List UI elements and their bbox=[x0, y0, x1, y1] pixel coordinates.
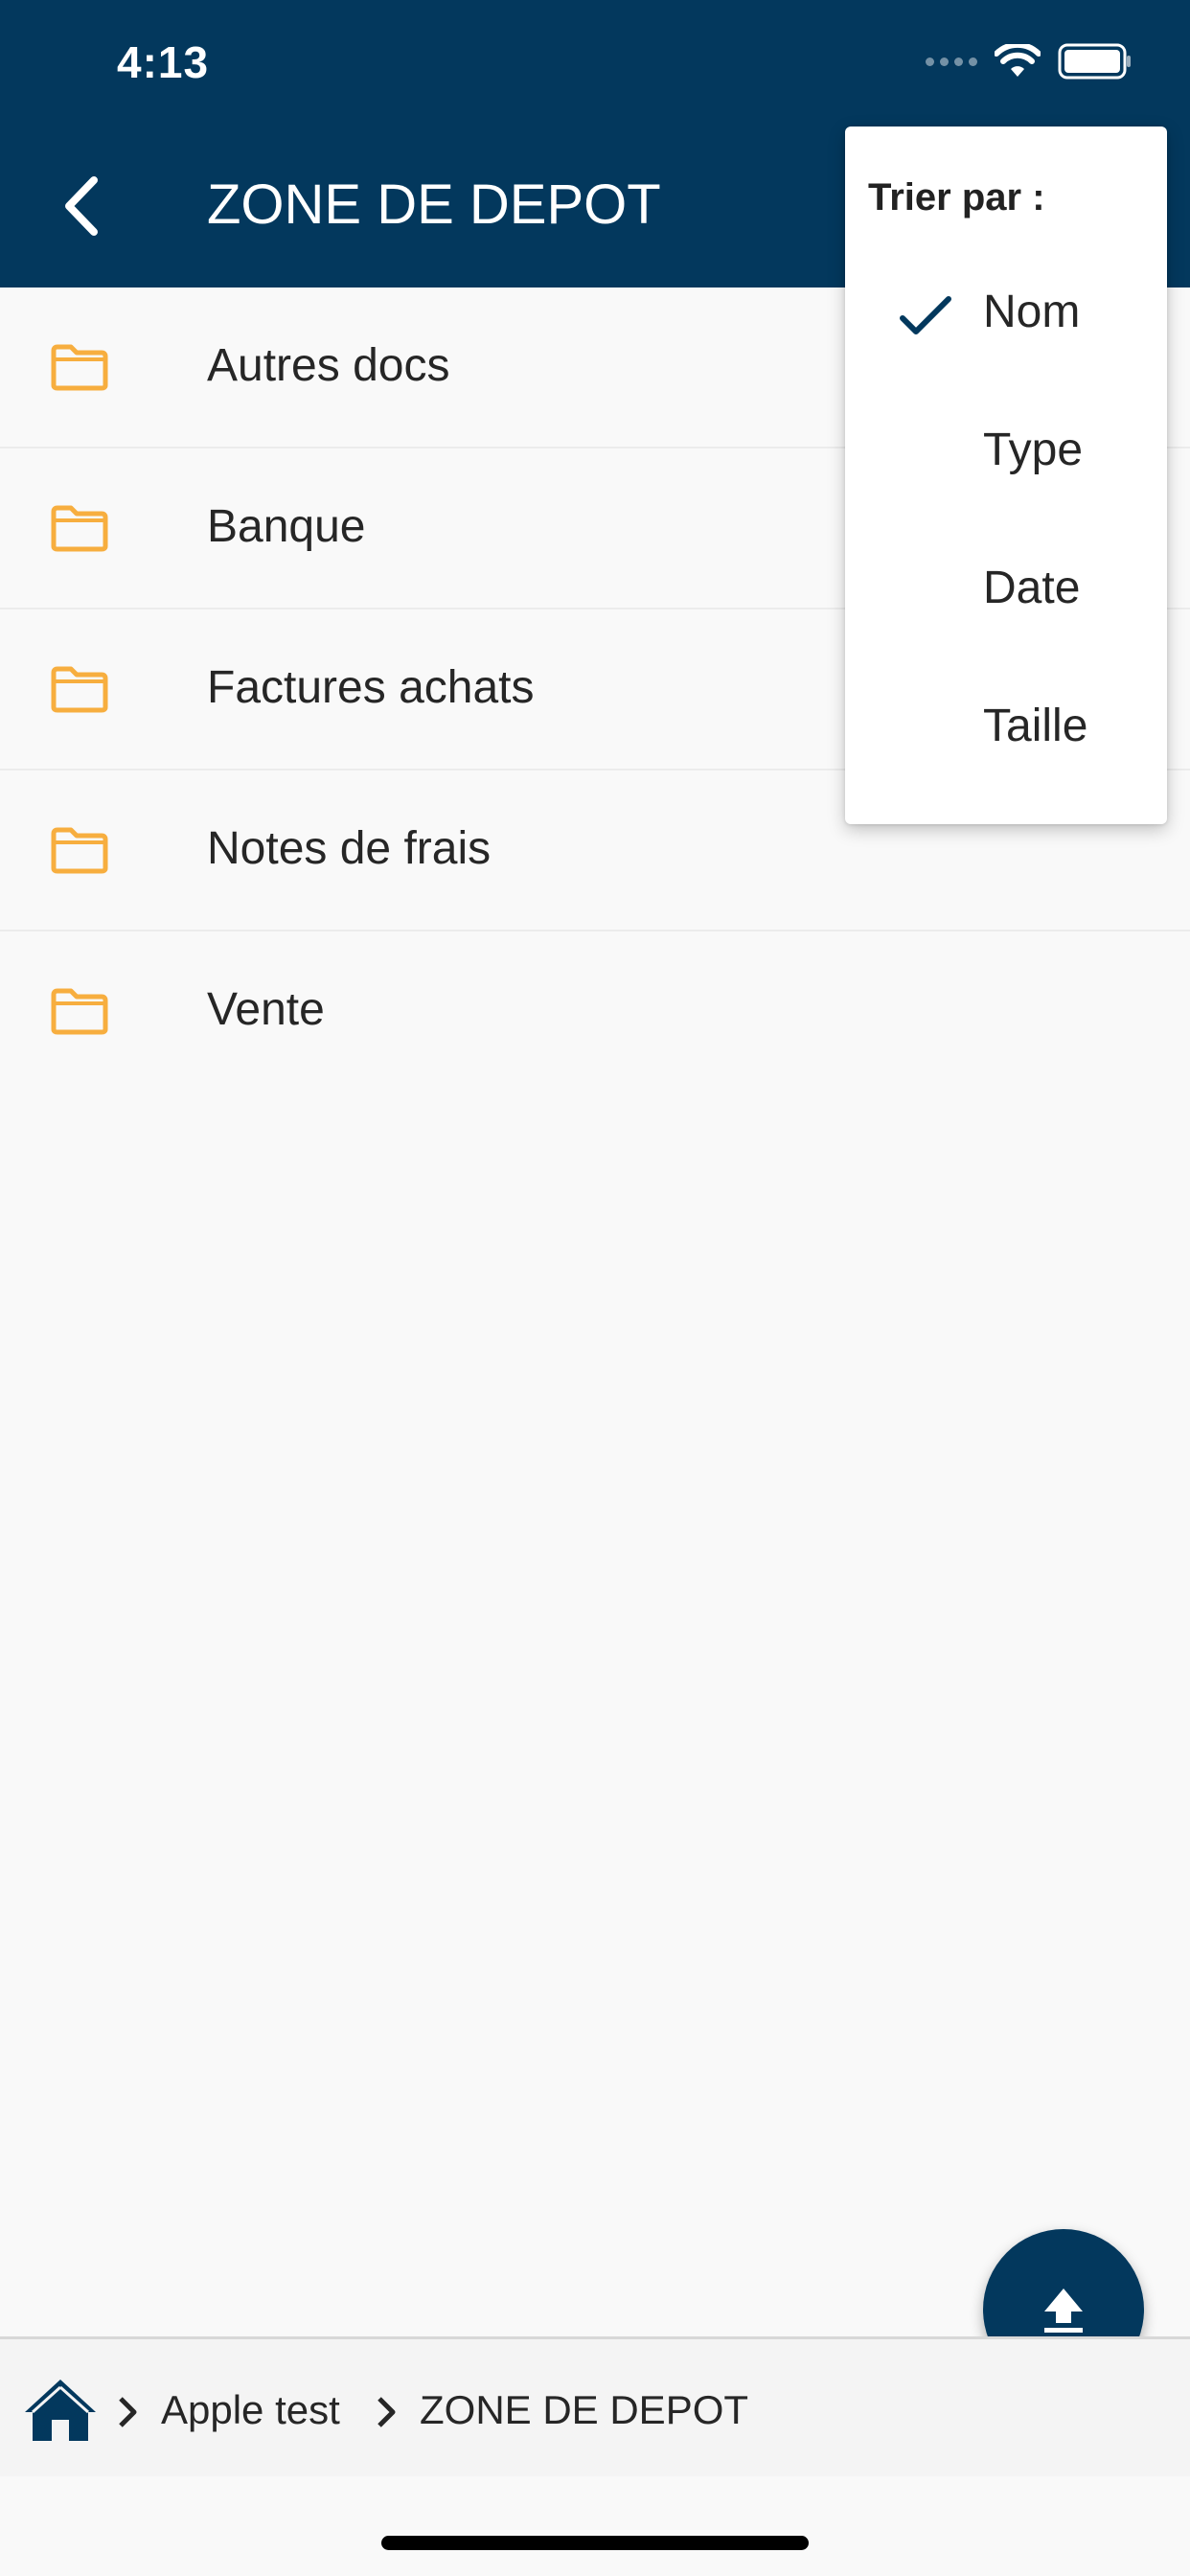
folder-row[interactable]: Vente bbox=[0, 932, 1190, 1092]
sort-option-label: Taille bbox=[983, 701, 1088, 751]
sort-option-taille[interactable]: Taille bbox=[845, 671, 1167, 776]
check-icon bbox=[900, 296, 951, 334]
home-indicator bbox=[381, 2536, 809, 2550]
battery-icon bbox=[1058, 43, 1131, 80]
folder-name: Autres docs bbox=[207, 340, 450, 391]
folder-icon bbox=[51, 666, 108, 713]
back-button[interactable] bbox=[54, 172, 111, 240]
sort-menu-title: Trier par : bbox=[868, 176, 1045, 218]
screen: 4:13 ZONE DE DEPOT Autres docs Banque Fa… bbox=[0, 0, 1190, 2576]
folder-icon bbox=[51, 827, 108, 874]
breadcrumb-item-current: ZONE DE DEPOT bbox=[420, 2387, 749, 2432]
chevron-right-icon bbox=[119, 2397, 137, 2427]
upload-icon bbox=[1044, 2288, 1083, 2333]
folder-icon bbox=[51, 344, 108, 391]
folder-icon bbox=[51, 988, 108, 1035]
status-icons bbox=[926, 42, 1133, 80]
sort-menu: Trier par : Nom Type Date Taille bbox=[845, 126, 1167, 824]
folder-name: Banque bbox=[207, 501, 366, 552]
sort-option-label: Type bbox=[983, 425, 1084, 475]
sort-option-type[interactable]: Type bbox=[845, 395, 1167, 500]
breadcrumb: Apple test ZONE DE DEPOT bbox=[0, 2336, 1190, 2476]
sort-option-date[interactable]: Date bbox=[845, 533, 1167, 638]
chevron-left-icon bbox=[65, 176, 98, 236]
folder-name: Vente bbox=[207, 984, 325, 1035]
folder-name: Notes de frais bbox=[207, 823, 492, 874]
cellular-signal-icon bbox=[926, 57, 977, 66]
breadcrumb-item[interactable]: Apple test bbox=[161, 2387, 340, 2433]
home-icon[interactable] bbox=[21, 2376, 100, 2445]
sort-option-label: Date bbox=[983, 563, 1081, 613]
wifi-icon bbox=[995, 44, 1041, 77]
folder-name: Factures achats bbox=[207, 662, 535, 713]
status-time: 4:13 bbox=[117, 37, 210, 87]
sort-option-label: Nom bbox=[983, 287, 1081, 337]
folder-icon bbox=[51, 505, 108, 552]
sort-option-nom[interactable]: Nom bbox=[845, 257, 1167, 362]
page-title: ZONE DE DEPOT bbox=[207, 173, 661, 236]
chevron-right-icon bbox=[378, 2397, 396, 2427]
